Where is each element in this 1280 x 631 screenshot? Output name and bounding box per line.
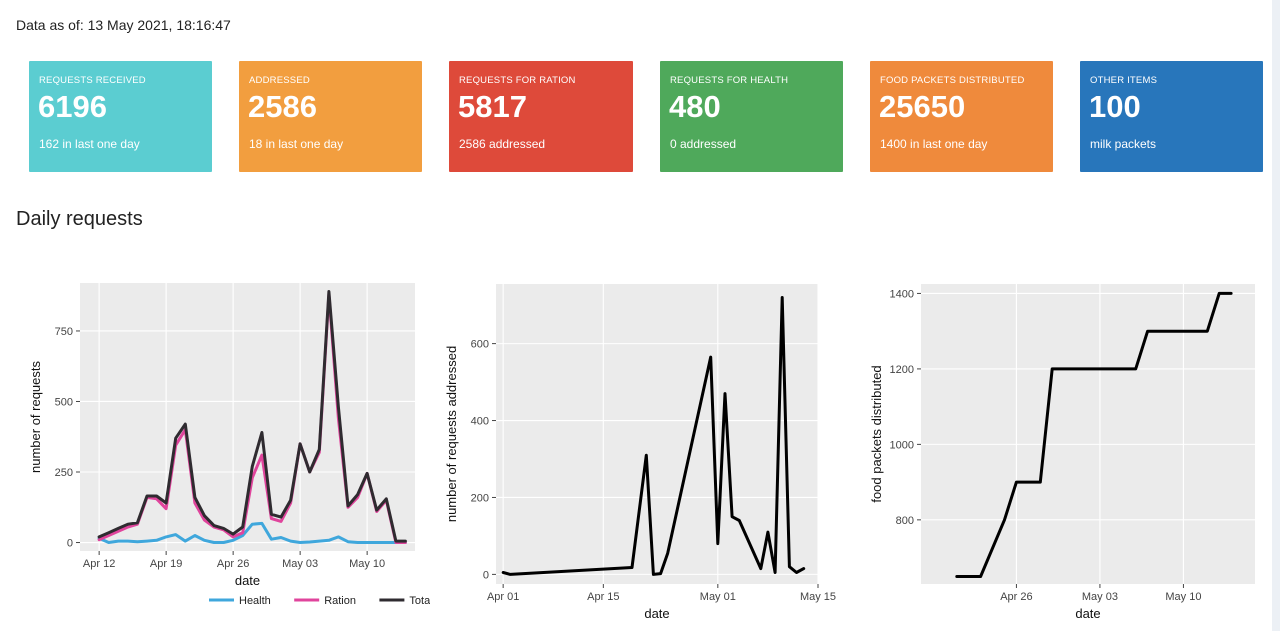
value-box-subtitle: milk packets bbox=[1090, 137, 1157, 151]
value-box-addressed: ADDRESSED 2586 18 in last one day bbox=[239, 61, 422, 172]
x-tick-label: Apr 26 bbox=[217, 558, 249, 570]
y-axis-title: food packets distributed bbox=[869, 365, 884, 502]
x-tick-label: Apr 01 bbox=[487, 591, 519, 603]
food-packets-chart: Apr 26 May 03 May 10 800 1000 1200 1400 date foo… bbox=[869, 284, 1255, 621]
value-box-value: 2586 bbox=[248, 89, 317, 124]
y-axis-title: number of requests addressed bbox=[444, 346, 459, 522]
value-box-subtitle: 18 in last one day bbox=[249, 137, 344, 151]
y-tick-label: 500 bbox=[55, 396, 73, 408]
x-tick-label: May 01 bbox=[700, 591, 736, 603]
legend-label-ration: Ration bbox=[324, 595, 356, 607]
y-tick-label: 1200 bbox=[890, 364, 914, 376]
x-tick-label: May 03 bbox=[1082, 591, 1118, 603]
y-axis-title: number of requests bbox=[28, 361, 43, 474]
x-tick-label: May 10 bbox=[1165, 591, 1201, 603]
value-box-value: 5817 bbox=[458, 89, 527, 124]
y-tick-label: 1000 bbox=[890, 439, 914, 451]
x-tick-label: May 03 bbox=[282, 558, 318, 570]
x-tick-label: Apr 12 bbox=[83, 558, 115, 570]
value-box-subtitle: 1400 in last one day bbox=[880, 137, 988, 151]
value-box-subtitle: 2586 addressed bbox=[459, 137, 546, 151]
x-tick-label: Apr 19 bbox=[150, 558, 182, 570]
scrollbar-track[interactable] bbox=[1272, 0, 1280, 631]
x-tick-label: Apr 15 bbox=[587, 591, 619, 603]
value-box-value: 480 bbox=[669, 89, 721, 124]
daily-requests-chart: Apr 12 Apr 19 Apr 26 May 03 May 10 0 250 500 750… bbox=[28, 283, 430, 607]
value-box-value: 25650 bbox=[879, 89, 966, 124]
value-box-label: OTHER ITEMS bbox=[1090, 75, 1158, 86]
y-tick-label: 750 bbox=[55, 326, 73, 338]
value-box-requests-received: REQUESTS RECEIVED 6196 162 in last one d… bbox=[29, 61, 212, 172]
y-tick-label: 250 bbox=[55, 467, 73, 479]
section-title-daily-requests: Daily requests bbox=[16, 208, 143, 230]
value-box-requests-for-health: REQUESTS FOR HEALTH 480 0 addressed bbox=[660, 61, 843, 172]
value-box-food-packets-distributed: FOOD PACKETS DISTRIBUTED 25650 1400 in l… bbox=[870, 61, 1053, 172]
legend-label-health: Health bbox=[239, 595, 271, 607]
plot-panel bbox=[921, 284, 1255, 584]
x-axis-title: date bbox=[644, 606, 669, 621]
x-axis-title: date bbox=[235, 573, 260, 588]
x-axis-title: date bbox=[1075, 606, 1100, 621]
y-tick-label: 0 bbox=[67, 538, 73, 550]
x-tick-label: Apr 26 bbox=[1000, 591, 1032, 603]
dashboard-page: Data as of: 13 May 2021, 18:16:47 REQUES… bbox=[0, 0, 1272, 631]
value-box-label: REQUESTS RECEIVED bbox=[39, 75, 146, 86]
value-box-label: REQUESTS FOR HEALTH bbox=[670, 75, 789, 86]
requests-addressed-chart: Apr 01 Apr 15 May 01 May 15 0 200 400 600 date nu… bbox=[444, 284, 836, 621]
value-box-subtitle: 0 addressed bbox=[670, 137, 737, 151]
value-box-label: ADDRESSED bbox=[249, 75, 310, 86]
y-tick-label: 400 bbox=[471, 416, 489, 428]
x-tick-label: May 15 bbox=[800, 591, 836, 603]
value-box-value: 6196 bbox=[38, 89, 107, 124]
value-box-label: REQUESTS FOR RATION bbox=[459, 75, 576, 86]
legend-label-total: Total bbox=[409, 595, 430, 607]
x-tick-label: May 10 bbox=[349, 558, 385, 570]
y-tick-label: 0 bbox=[483, 569, 489, 581]
y-tick-label: 200 bbox=[471, 492, 489, 504]
data-timestamp: Data as of: 13 May 2021, 18:16:47 bbox=[16, 17, 231, 33]
value-box-subtitle: 162 in last one day bbox=[39, 137, 140, 151]
y-tick-label: 1400 bbox=[890, 288, 914, 300]
y-tick-label: 800 bbox=[896, 515, 914, 527]
value-box-label: FOOD PACKETS DISTRIBUTED bbox=[880, 75, 1025, 86]
value-box-other-items: OTHER ITEMS 100 milk packets bbox=[1080, 61, 1263, 172]
value-box-requests-for-ration: REQUESTS FOR RATION 5817 2586 addressed bbox=[449, 61, 633, 172]
value-box-value: 100 bbox=[1089, 89, 1141, 124]
y-tick-label: 600 bbox=[471, 339, 489, 351]
